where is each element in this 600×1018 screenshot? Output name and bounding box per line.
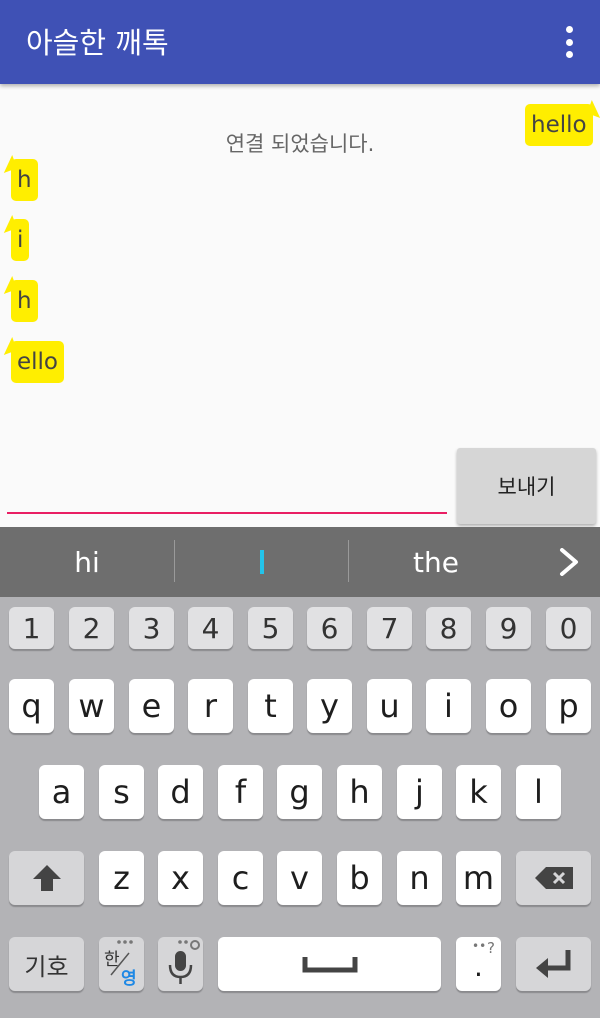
incoming-message: h — [11, 159, 38, 201]
key-l[interactable]: l — [516, 765, 561, 819]
app-title: 아슬한 깨톡 — [26, 26, 169, 60]
key-i[interactable]: i — [426, 679, 471, 733]
key-x[interactable]: x — [158, 851, 203, 905]
chat-area: 연결 되었습니다. hello h i h ello 보내기 — [0, 84, 600, 526]
key-c[interactable]: c — [218, 851, 263, 905]
key-d[interactable]: d — [158, 765, 203, 819]
voice-input-key[interactable] — [158, 937, 203, 991]
suggestion-middle[interactable] — [175, 527, 348, 597]
more-vert-icon[interactable] — [556, 22, 582, 62]
key-r[interactable]: r — [188, 679, 233, 733]
enter-arrow-icon — [535, 950, 570, 978]
soft-keyboard: 1 2 3 4 5 6 7 8 9 0 q w e r t y u i o p … — [0, 597, 600, 1018]
incoming-message: i — [11, 219, 30, 261]
key-n[interactable]: n — [397, 851, 442, 905]
text-cursor-icon — [259, 550, 264, 574]
key-g[interactable]: g — [277, 765, 322, 819]
key-a[interactable]: a — [39, 765, 84, 819]
key-3[interactable]: 3 — [129, 607, 174, 649]
connection-status: 연결 되었습니다. — [225, 132, 375, 156]
enter-key[interactable] — [516, 937, 591, 991]
incoming-message: ello — [11, 341, 65, 383]
suggestion-right[interactable]: the — [349, 527, 523, 597]
key-v[interactable]: v — [277, 851, 322, 905]
period-dots-hint: •• — [472, 939, 487, 953]
key-4[interactable]: 4 — [188, 607, 233, 649]
symbols-key[interactable]: 기호 — [9, 937, 84, 991]
shift-arrow-icon — [32, 865, 61, 891]
key-m[interactable]: m — [456, 851, 501, 905]
lang-english-label: 영 — [121, 969, 137, 989]
key-e[interactable]: e — [129, 679, 174, 733]
key-p[interactable]: p — [546, 679, 591, 733]
key-2[interactable]: 2 — [69, 607, 114, 649]
key-b[interactable]: b — [337, 851, 382, 905]
key-k[interactable]: k — [456, 765, 501, 819]
lang-korean-label: 한 — [104, 950, 120, 970]
key-7[interactable]: 7 — [367, 607, 412, 649]
chevron-right-icon[interactable] — [558, 548, 580, 576]
language-switch-key[interactable]: 한 영 — [99, 937, 144, 991]
suggestion-left[interactable]: hi — [0, 527, 174, 597]
backspace-key[interactable] — [516, 851, 591, 905]
key-0[interactable]: 0 — [546, 607, 591, 649]
key-s[interactable]: s — [99, 765, 144, 819]
period-label: . — [474, 949, 483, 983]
key-j[interactable]: j — [397, 765, 442, 819]
period-key[interactable]: •• ? . — [456, 937, 501, 991]
key-z[interactable]: z — [99, 851, 144, 905]
key-8[interactable]: 8 — [426, 607, 471, 649]
key-w[interactable]: w — [69, 679, 114, 733]
key-1[interactable]: 1 — [9, 607, 54, 649]
message-input[interactable] — [7, 494, 447, 514]
key-o[interactable]: o — [486, 679, 531, 733]
shift-key[interactable] — [9, 851, 84, 905]
key-y[interactable]: y — [307, 679, 352, 733]
key-6[interactable]: 6 — [307, 607, 352, 649]
key-t[interactable]: t — [248, 679, 293, 733]
space-key[interactable] — [218, 937, 441, 991]
suggestion-bar: hi the — [0, 527, 600, 597]
key-h[interactable]: h — [337, 765, 382, 819]
space-bar-icon — [302, 957, 357, 973]
key-q[interactable]: q — [9, 679, 54, 733]
send-button[interactable]: 보내기 — [457, 448, 596, 524]
key-9[interactable]: 9 — [486, 607, 531, 649]
period-hint-label: ? — [487, 939, 495, 957]
key-u[interactable]: u — [367, 679, 412, 733]
incoming-message: h — [11, 280, 38, 322]
key-5[interactable]: 5 — [248, 607, 293, 649]
microphone-icon — [168, 940, 200, 984]
key-f[interactable]: f — [218, 765, 263, 819]
outgoing-message: hello — [525, 104, 593, 146]
app-bar: 아슬한 깨톡 — [0, 0, 600, 84]
backspace-icon — [534, 867, 573, 889]
